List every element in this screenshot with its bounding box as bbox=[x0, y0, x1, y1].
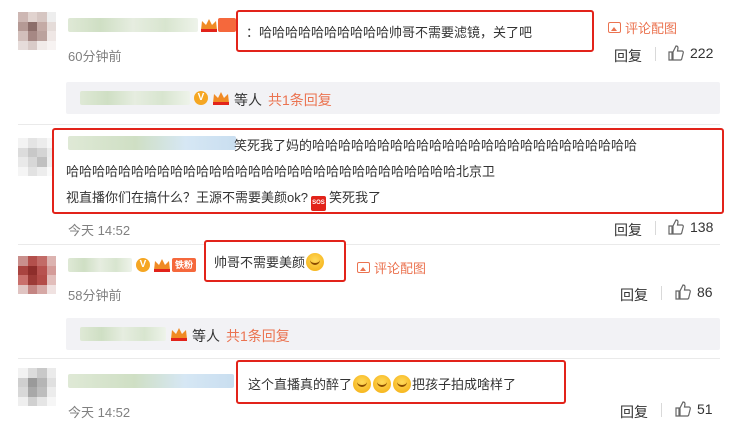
like-count: 222 bbox=[690, 45, 714, 61]
like-button[interactable]: 138 bbox=[668, 219, 713, 235]
divider bbox=[18, 358, 720, 359]
comment-text-b: 把孩子拍成啥样了 bbox=[412, 377, 517, 392]
divider bbox=[18, 124, 720, 125]
comment-text-a: 这个直播真的醉了 bbox=[248, 377, 353, 392]
fan-badge: 铁粉 bbox=[172, 258, 197, 272]
picture-icon bbox=[608, 22, 621, 33]
comment-text-wrap: 这个直播真的醉了 把孩子拍成啥样了 bbox=[248, 374, 516, 393]
subreply-bar[interactable]: 等人 共1条回复 bbox=[66, 318, 720, 350]
reply-button[interactable]: 回复 bbox=[614, 220, 642, 240]
highlight-box: 这个直播真的醉了 把孩子拍成啥样了 bbox=[236, 360, 566, 404]
subreply-count-link[interactable]: 共1条回复 bbox=[268, 90, 332, 110]
timestamp: 今天 14:52 bbox=[68, 223, 131, 238]
divider bbox=[18, 244, 720, 245]
timestamp: 60分钟前 bbox=[68, 49, 122, 64]
subreply-username[interactable] bbox=[80, 327, 166, 341]
comment-picture-link[interactable]: 评论配图 bbox=[357, 258, 426, 277]
like-button[interactable]: 51 bbox=[675, 401, 713, 417]
highlight-box: 笑死我了妈的哈哈哈哈哈哈哈哈哈哈哈哈哈哈哈哈哈哈哈哈哈哈哈哈哈 哈哈哈哈哈哈哈哈… bbox=[52, 128, 724, 214]
heart-eyes-emoji bbox=[306, 253, 325, 271]
laughing-cry-emoji bbox=[393, 375, 412, 393]
picture-icon bbox=[357, 262, 370, 273]
reply-button[interactable]: 回复 bbox=[614, 46, 642, 66]
username[interactable] bbox=[68, 18, 198, 32]
avatar[interactable] bbox=[18, 368, 56, 406]
separator bbox=[661, 403, 662, 417]
subreply-count-link[interactable]: 共1条回复 bbox=[226, 326, 290, 346]
thumbs-up-icon bbox=[675, 284, 691, 300]
thumbs-up-icon bbox=[668, 45, 684, 61]
subreply-prefix: 等人 bbox=[234, 92, 262, 108]
fan-badge bbox=[218, 18, 236, 32]
username[interactable] bbox=[68, 136, 236, 150]
highlight-box: 帅哥不需要美颜 bbox=[204, 240, 346, 282]
sos-emoji: SOS bbox=[310, 196, 326, 211]
comment-text-wrap: 帅哥不需要美颜 bbox=[214, 252, 325, 271]
timestamp: 58分钟前 bbox=[68, 288, 122, 303]
comment-picture-link[interactable]: 评论配图 bbox=[608, 18, 677, 37]
v-badge-icon: V bbox=[136, 258, 150, 272]
subreply-username[interactable] bbox=[80, 91, 190, 105]
reply-button[interactable]: 回复 bbox=[620, 285, 648, 305]
username[interactable] bbox=[68, 258, 132, 272]
thumbs-up-icon bbox=[668, 219, 684, 235]
comment-text-line1: 笑死我了妈的哈哈哈哈哈哈哈哈哈哈哈哈哈哈哈哈哈哈哈哈哈哈哈哈哈 bbox=[234, 138, 638, 153]
crown-icon bbox=[153, 258, 171, 272]
separator bbox=[655, 221, 656, 235]
subreply-prefix: 等人 bbox=[192, 328, 220, 344]
comment-text: 帅哥不需要美颜 bbox=[214, 255, 306, 270]
subreply-bar[interactable]: V 等人 共1条回复 bbox=[66, 82, 720, 114]
like-button[interactable]: 86 bbox=[675, 284, 713, 300]
crown-icon bbox=[212, 91, 230, 105]
avatar[interactable] bbox=[18, 138, 56, 176]
like-button[interactable]: 222 bbox=[668, 45, 713, 61]
separator bbox=[655, 47, 656, 61]
thumbs-up-icon bbox=[675, 401, 691, 417]
laughing-cry-emoji bbox=[353, 375, 372, 393]
avatar[interactable] bbox=[18, 12, 56, 50]
crown-icon bbox=[200, 18, 218, 32]
reply-button[interactable]: 回复 bbox=[620, 402, 648, 422]
comment-text-line3: 视直播你们在搞什么？王源不需要美颜ok? SOS 笑死我了 bbox=[66, 187, 381, 211]
username[interactable] bbox=[68, 374, 234, 388]
separator bbox=[661, 286, 662, 300]
comment-text: ：哈哈哈哈哈哈哈哈哈哈帅哥不需要滤镜，关了吧 bbox=[246, 25, 533, 40]
like-count: 51 bbox=[697, 401, 713, 417]
highlight-box: ：哈哈哈哈哈哈哈哈哈哈帅哥不需要滤镜，关了吧 bbox=[236, 10, 594, 52]
laughing-cry-emoji bbox=[373, 375, 392, 393]
comment-text-line2: 哈哈哈哈哈哈哈哈哈哈哈哈哈哈哈哈哈哈哈哈哈哈哈哈哈哈哈哈哈哈北京卫 bbox=[66, 164, 496, 179]
like-count: 86 bbox=[697, 284, 713, 300]
avatar[interactable] bbox=[18, 256, 56, 294]
v-badge-icon: V bbox=[194, 91, 208, 105]
like-count: 138 bbox=[690, 219, 714, 235]
timestamp: 今天 14:52 bbox=[68, 405, 131, 420]
crown-icon bbox=[170, 327, 188, 341]
